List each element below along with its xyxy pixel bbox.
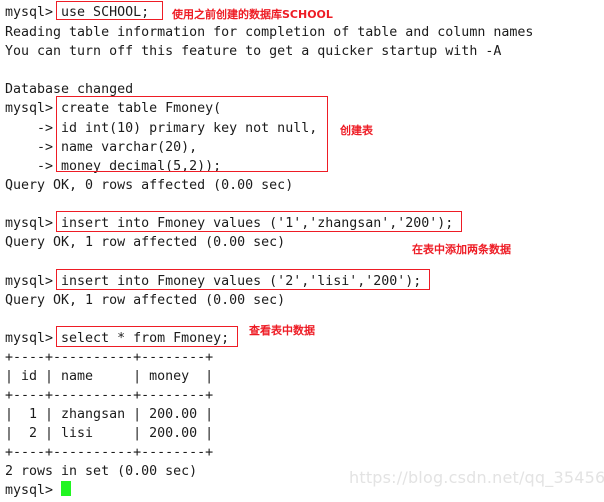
annotation-create-table: 创建表 bbox=[340, 124, 373, 137]
terminal-line: mysql> use SCHOOL; bbox=[5, 5, 150, 20]
watermark: https://blog.csdn.net/qq_35456705 bbox=[349, 468, 604, 487]
annotation-select-rows: 查看表中数据 bbox=[249, 324, 315, 337]
annotation-use-database: 使用之前创建的数据库SCHOOL bbox=[172, 8, 333, 21]
terminal-line: Query OK, 1 row affected (0.00 sec) bbox=[5, 235, 286, 250]
mysql-terminal-window[interactable]: mysql> use SCHOOL; Reading table informat… bbox=[0, 0, 604, 502]
terminal-line: Query OK, 1 row affected (0.00 sec) bbox=[5, 293, 286, 308]
terminal-line: mysql> bbox=[5, 483, 54, 498]
terminal-line: You can turn off this feature to get a q… bbox=[5, 44, 502, 59]
terminal-line: Query OK, 0 rows affected (0.00 sec) bbox=[5, 178, 294, 193]
terminal-cursor bbox=[61, 481, 71, 496]
annotation-insert-rows: 在表中添加两条数据 bbox=[412, 243, 511, 256]
terminal-line: mysql> create table Fmoney( bbox=[5, 101, 222, 116]
